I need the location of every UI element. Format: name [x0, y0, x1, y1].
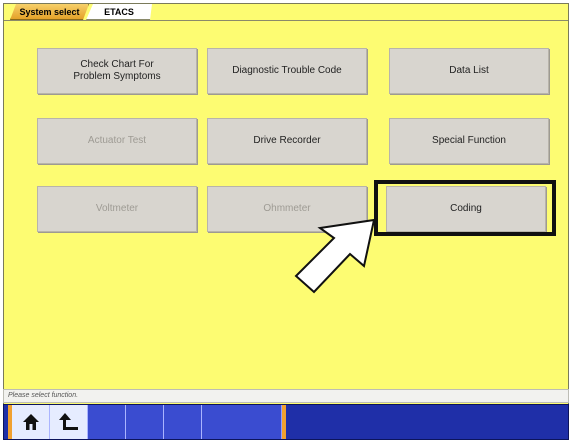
taskbar-empty-slot[interactable]: [88, 405, 126, 439]
taskbar-empty-slot[interactable]: [202, 405, 282, 439]
status-bar: Please select function.: [3, 389, 569, 403]
data-list-button[interactable]: Data List: [389, 48, 549, 94]
diagnostic-trouble-code-button[interactable]: Diagnostic Trouble Code: [207, 48, 367, 94]
tab-divider: [4, 20, 568, 21]
coding-highlight-box: [374, 180, 556, 236]
tab-system-select[interactable]: System select: [10, 4, 89, 20]
pointer-arrow-icon: [294, 218, 376, 294]
tab-etacs[interactable]: ETACS: [86, 4, 152, 20]
home-icon: [22, 414, 39, 430]
check-chart-button[interactable]: Check Chart For Problem Symptoms: [37, 48, 197, 94]
taskbar-empty-slot[interactable]: [164, 405, 202, 439]
home-button[interactable]: [12, 405, 50, 439]
return-button[interactable]: [50, 405, 88, 439]
special-function-button[interactable]: Special Function: [389, 118, 549, 164]
taskbar-empty-slot[interactable]: [126, 405, 164, 439]
voltmeter-button: Voltmeter: [37, 186, 197, 232]
actuator-test-button: Actuator Test: [37, 118, 197, 164]
taskbar: [3, 404, 569, 440]
taskbar-button-group: [8, 405, 286, 439]
drive-recorder-button[interactable]: Drive Recorder: [207, 118, 367, 164]
return-icon: [58, 413, 78, 430]
